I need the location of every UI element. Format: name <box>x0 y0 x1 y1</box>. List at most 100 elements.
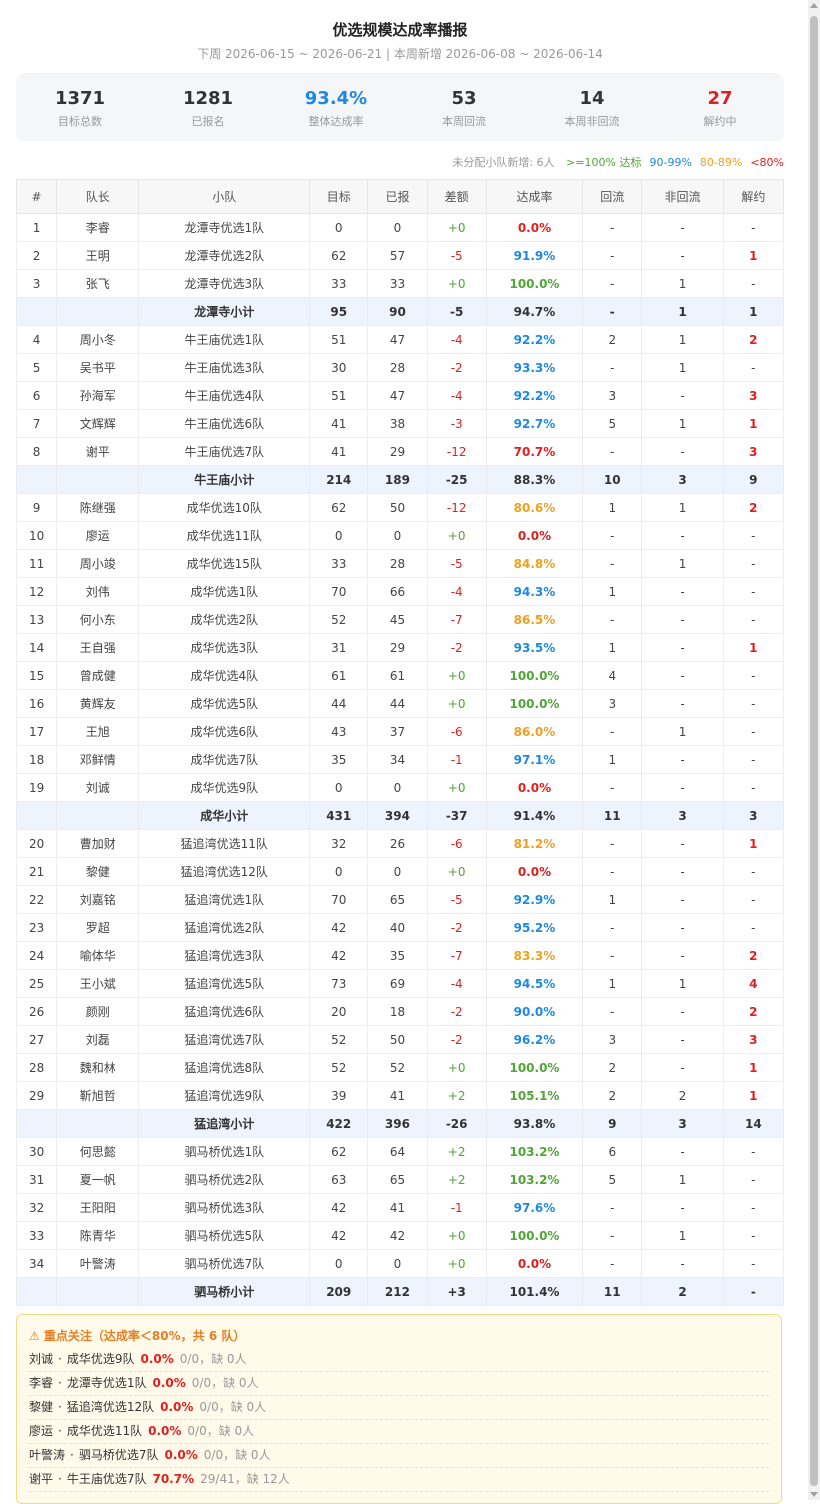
cell-rate: 92.9% <box>485 885 584 914</box>
table-row: 11 周小竣 成华优选15队 33 28 -5 84.8% -1- <box>15 549 785 578</box>
cell-idx: 18 <box>15 745 58 774</box>
cell-target: 52 <box>309 1053 369 1082</box>
separator-dot: · <box>58 1376 62 1390</box>
cell-diff: -5 <box>426 549 487 578</box>
cell-idx: 24 <box>15 941 58 970</box>
cell-idx: 7 <box>15 409 58 438</box>
cell-jy: 1 <box>722 297 785 326</box>
table-row: 23 罗超 猛追湾优选2队 42 40 -2 95.2% - - - <box>15 913 785 942</box>
legend-item: <80% <box>750 156 784 169</box>
cell-idx: 21 <box>15 857 58 886</box>
separator-dot: · <box>58 1400 62 1414</box>
cell-back: - <box>582 241 643 270</box>
cell-diff: +0 <box>426 213 487 242</box>
cell-rate: 80.6% <box>485 493 584 522</box>
cell-leader: 王旭 <box>56 717 140 746</box>
table-row: 33 陈青华 驷马桥优选5队 42 42 +0 100.0% -1- <box>15 1221 785 1250</box>
table-row: 22 刘嘉铭 猛追湾优选1队 70 65 -5 92.9% 1- - <box>15 885 785 914</box>
stat-label: 解约中 <box>703 115 737 128</box>
column-header: # <box>15 179 58 214</box>
subtotal-row: 猛追湾小计 422 396 -26 93.8% 9 3 14 <box>15 1109 785 1138</box>
cell-target: 30 <box>309 353 369 382</box>
table-row: 18 邓鲜情 成华优选7队 35 34 -1 97.1% 1- - <box>15 745 785 774</box>
cell-jy: 2 <box>722 493 785 522</box>
cell-diff: +0 <box>426 857 487 886</box>
cell-target: 422 <box>309 1109 369 1138</box>
cell-idx: 14 <box>15 633 58 662</box>
cell-team: 成华优选9队 <box>138 773 311 802</box>
cell-idx: 15 <box>15 661 58 690</box>
cell-signed: 0 <box>367 1249 428 1278</box>
cell-rate: 0.0% <box>485 521 584 550</box>
column-header: 达成率 <box>485 179 584 214</box>
cell-back: 1 <box>582 745 643 774</box>
cell-diff: +0 <box>426 1221 487 1250</box>
separator-dot: · <box>70 1448 74 1462</box>
cell-signed: 29 <box>367 437 428 466</box>
cell-team: 牛王庙优选1队 <box>138 325 311 354</box>
cell-target: 43 <box>309 717 369 746</box>
stat-label: 本周回流 <box>442 115 486 128</box>
scrollbar-thumb[interactable] <box>810 16 818 1486</box>
cell-signed: 37 <box>367 717 428 746</box>
cell-diff: -2 <box>426 997 487 1026</box>
cell-diff: -1 <box>426 745 487 774</box>
vertical-scrollbar[interactable] <box>808 0 820 1500</box>
cell-signed: 45 <box>367 605 428 634</box>
cell-team: 猛追湾优选3队 <box>138 941 311 970</box>
table-row: 24 喻体华 猛追湾优选3队 42 35 -7 83.3% - -2 <box>15 941 785 970</box>
cell-back: - <box>582 857 643 886</box>
cell-back: - <box>582 913 643 942</box>
cell-jy: - <box>722 1165 785 1194</box>
cell-target: 0 <box>309 521 369 550</box>
cell-leader: 靳旭哲 <box>56 1081 140 1110</box>
cell-jy: - <box>722 773 785 802</box>
focus-team: 龙潭寺优选1队 <box>66 1376 147 1390</box>
cell-idx: 25 <box>15 969 58 998</box>
cell-leader <box>56 297 140 326</box>
cell-diff: +0 <box>426 689 487 718</box>
cell-jy: - <box>722 1221 785 1250</box>
cell-diff: -7 <box>426 941 487 970</box>
separator-dot: · <box>58 1472 62 1486</box>
cell-rate: 96.2% <box>485 1025 584 1054</box>
cell-diff: +0 <box>426 773 487 802</box>
table-row: 3 张飞 龙潭寺优选3队 33 33 +0 100.0% -1- <box>15 269 785 298</box>
table-row: 32 王阳阳 驷马桥优选3队 42 41 -1 97.6% - - - <box>15 1193 785 1222</box>
cell-leader: 王自强 <box>56 633 140 662</box>
focus-meta: 0/0，缺 0人 <box>179 1352 247 1366</box>
cell-idx: 26 <box>15 997 58 1026</box>
scroll-up-icon[interactable] <box>810 3 818 8</box>
table-row: 7 文辉辉 牛王庙优选6队 41 38 -3 92.7% 5 1 1 <box>15 409 785 438</box>
cell-signed: 35 <box>367 941 428 970</box>
cell-rate: 0.0% <box>485 857 584 886</box>
cell-leader: 周小竣 <box>56 549 140 578</box>
cell-nonback: 3 <box>641 465 724 494</box>
cell-team: 猛追湾优选8队 <box>138 1053 311 1082</box>
cell-diff: +3 <box>426 1277 487 1306</box>
cell-diff: -1 <box>426 1193 487 1222</box>
cell-team: 猛追湾优选9队 <box>138 1081 311 1110</box>
cell-back: 2 <box>582 325 643 354</box>
cell-diff: -37 <box>426 801 487 830</box>
cell-team: 成华优选1队 <box>138 577 311 606</box>
cell-team: 成华优选4队 <box>138 661 311 690</box>
cell-leader: 周小冬 <box>56 325 140 354</box>
cell-nonback: 1 <box>641 549 724 578</box>
cell-team: 驷马桥优选1队 <box>138 1137 311 1166</box>
cell-idx <box>15 297 58 326</box>
cell-signed: 50 <box>367 1025 428 1054</box>
cell-nonback: - <box>641 941 724 970</box>
cell-jy: - <box>722 745 785 774</box>
cell-leader <box>56 465 140 494</box>
cell-diff: -26 <box>426 1109 487 1138</box>
cell-idx <box>15 1277 58 1306</box>
cell-target: 0 <box>309 1249 369 1278</box>
cell-rate: 70.7% <box>485 437 584 466</box>
cell-jy: 1 <box>722 633 785 662</box>
cell-leader: 廖运 <box>56 521 140 550</box>
cell-diff: -5 <box>426 241 487 270</box>
cell-jy: - <box>722 885 785 914</box>
scroll-down-icon[interactable] <box>810 1492 818 1497</box>
cell-target: 73 <box>309 969 369 998</box>
